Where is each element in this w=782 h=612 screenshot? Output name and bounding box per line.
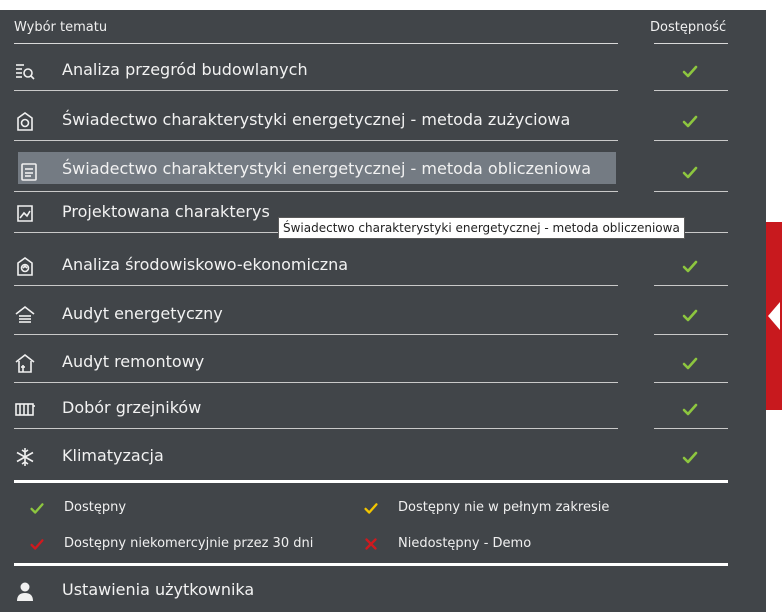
available-check-icon	[682, 309, 698, 322]
topic-label: Analiza przegród budowlanych	[62, 60, 308, 79]
topic-label: Projektowana charakterys	[62, 202, 270, 221]
available-check-icon	[682, 260, 698, 273]
topic-row-air-conditioning[interactable]: Klimatyzacja	[14, 437, 728, 477]
green-check-icon	[30, 503, 44, 514]
topic-label: Dobór grzejników	[62, 398, 202, 417]
designed-characteristic-icon	[17, 205, 33, 222]
available-check-icon	[682, 403, 698, 416]
topic-column-header: Wybór tematu	[14, 20, 108, 35]
topic-label: Świadectwo charakterystyki energetycznej…	[62, 159, 592, 178]
topic-row-renovation-audit[interactable]: Audyt remontowy	[14, 343, 728, 383]
topic-row-certificate-consumption[interactable]: Świadectwo charakterystyki energetycznej…	[14, 101, 728, 141]
available-check-icon	[682, 166, 698, 179]
topic-row-energy-audit[interactable]: Audyt energetyczny	[14, 295, 728, 335]
row-divider	[14, 90, 618, 91]
legend-label: Dostępny	[64, 500, 127, 515]
legend-label: Dostępny niekomercyjnie przez 30 dni	[64, 536, 314, 551]
legend-label: Niedostępny - Demo	[398, 536, 532, 551]
row-divider	[654, 140, 728, 141]
snowflake-icon	[16, 448, 34, 466]
available-check-icon	[682, 357, 698, 370]
topic-label: Audyt energetyczny	[62, 304, 223, 323]
wall-analysis-icon	[16, 64, 35, 80]
topic-row-radiators[interactable]: Dobór grzejników	[14, 389, 728, 429]
topic-label: Klimatyzacja	[62, 446, 164, 465]
user-icon	[17, 582, 33, 601]
red-check-icon	[30, 539, 44, 550]
available-check-icon	[682, 451, 698, 464]
energy-certificate-consumption-icon	[17, 112, 33, 131]
available-check-icon	[682, 115, 698, 128]
available-check-icon	[682, 65, 698, 78]
topic-label: Analiza środowiskowo-ekonomiczna	[62, 255, 349, 274]
header-divider	[14, 43, 618, 44]
user-settings-label: Ustawienia użytkownika	[62, 580, 255, 599]
topic-row-wall-analysis[interactable]: Analiza przegród budowlanych	[14, 51, 728, 91]
row-divider	[654, 191, 728, 192]
radiator-icon	[15, 403, 35, 416]
environmental-economic-icon	[17, 257, 33, 276]
row-divider	[654, 334, 728, 335]
row-divider	[14, 285, 618, 286]
row-divider	[14, 334, 618, 335]
legend-divider	[14, 563, 728, 566]
row-divider	[14, 140, 618, 141]
row-divider	[14, 428, 618, 429]
renovation-audit-icon	[15, 353, 35, 373]
topic-label: Audyt remontowy	[62, 352, 205, 371]
energy-audit-icon	[15, 305, 35, 323]
chevron-left-icon	[768, 302, 780, 330]
topic-row-certificate-calculation[interactable]: Świadectwo charakterystyki energetycznej…	[14, 152, 728, 192]
topic-label: Świadectwo charakterystyki energetycznej…	[62, 110, 571, 129]
collapse-panel-tab[interactable]	[766, 222, 782, 410]
red-cross-icon	[365, 538, 377, 550]
row-divider	[14, 382, 618, 383]
row-divider	[14, 191, 618, 192]
row-divider	[654, 428, 728, 429]
legend-label: Dostępny nie w pełnym zakresie	[398, 500, 610, 515]
legend-divider	[14, 480, 728, 483]
row-divider	[654, 285, 728, 286]
tooltip: Świadectwo charakterystyki energetycznej…	[278, 217, 685, 239]
row-divider	[654, 382, 728, 383]
header-divider	[654, 43, 728, 44]
row-divider	[654, 90, 728, 91]
topic-row-environmental-economic[interactable]: Analiza środowiskowo-ekonomiczna	[14, 246, 728, 286]
yellow-check-icon	[364, 503, 378, 514]
energy-certificate-calculation-icon	[21, 163, 37, 181]
availability-column-header: Dostępność	[650, 20, 727, 35]
